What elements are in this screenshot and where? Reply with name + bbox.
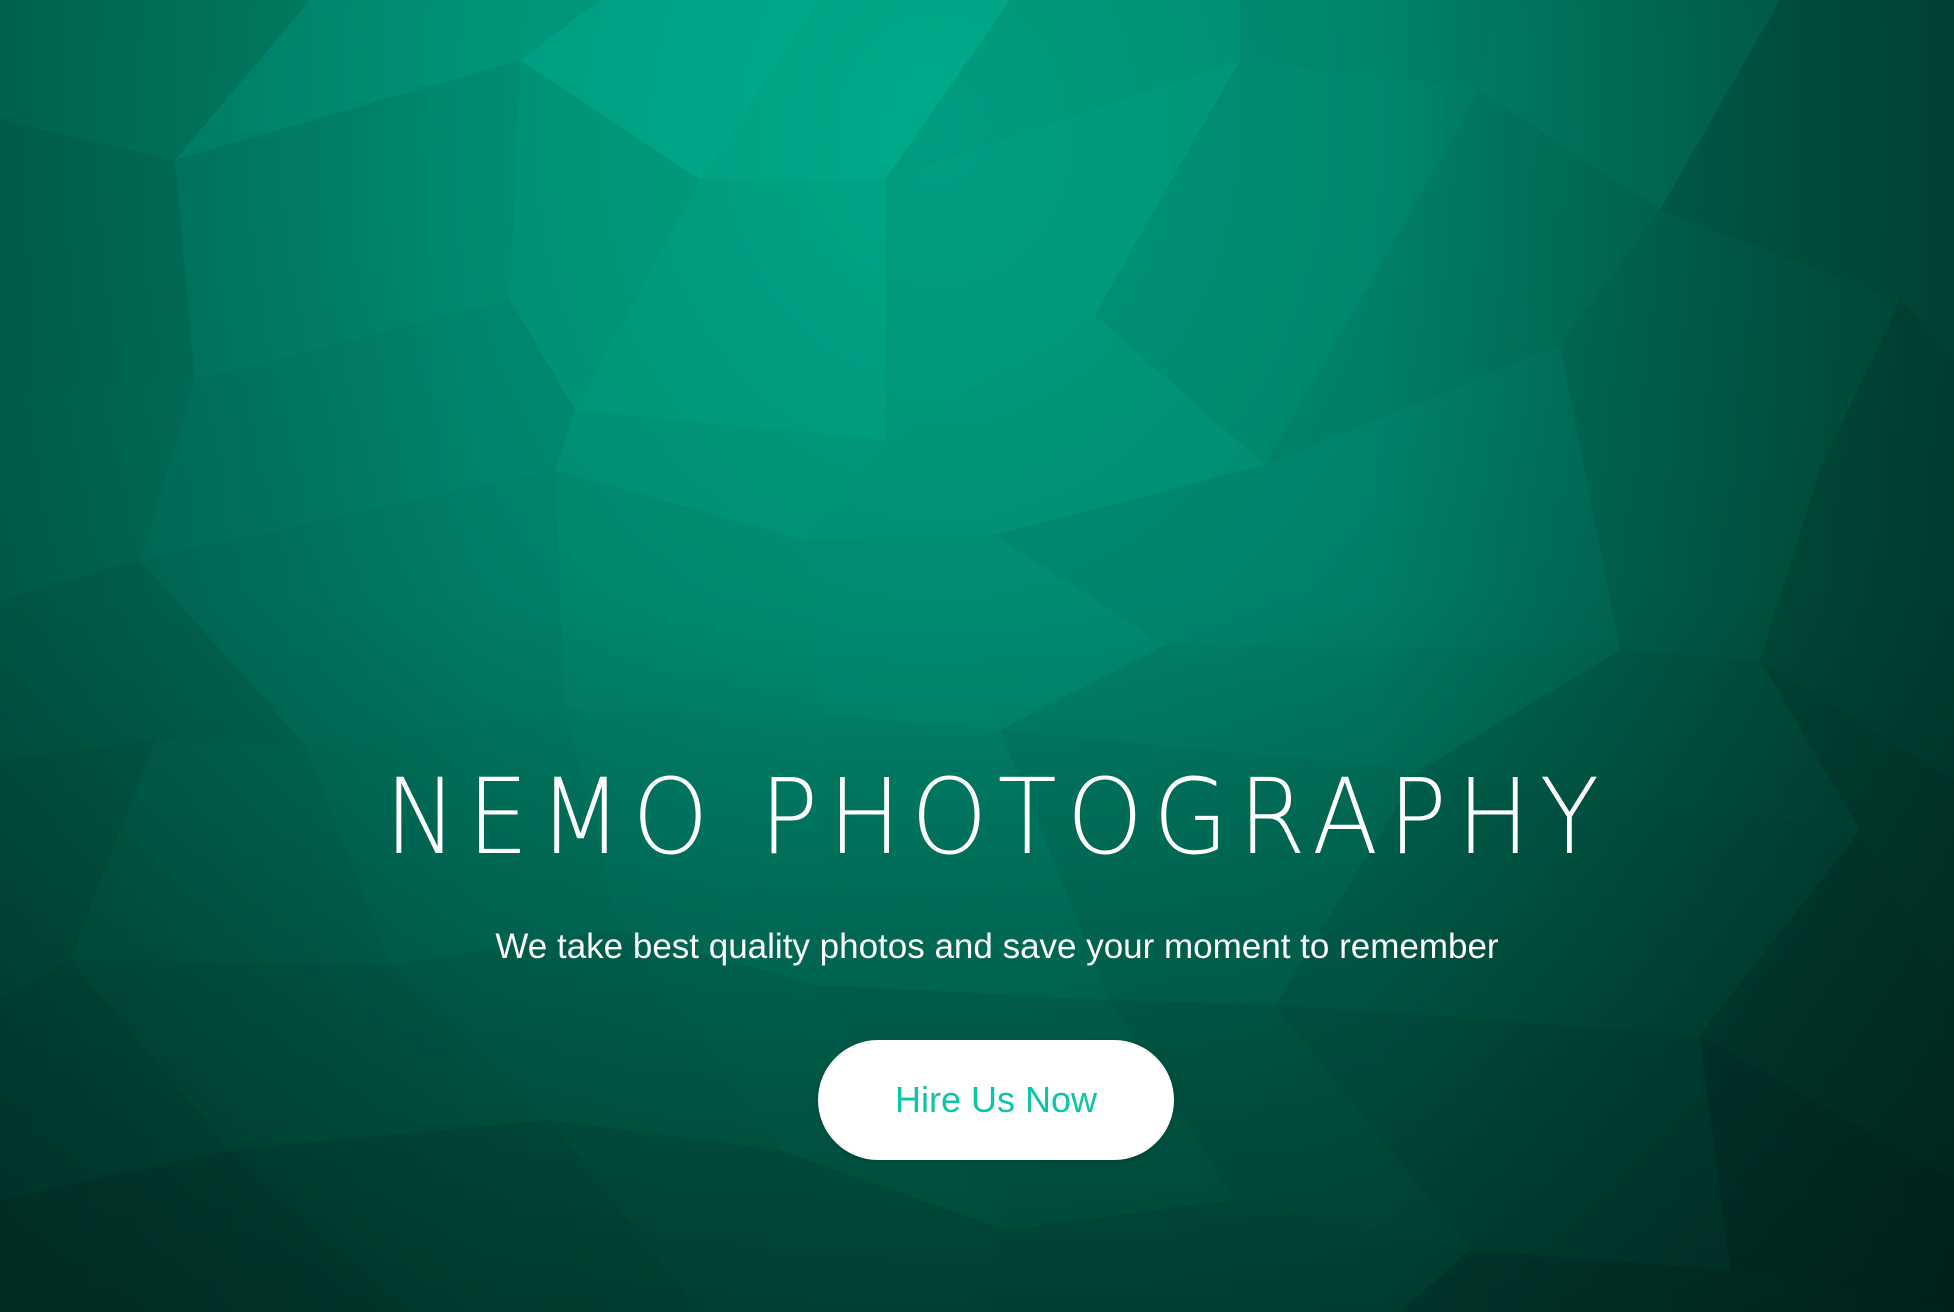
hero-content: NEMO PHOTOGRAPHY We take best quality ph… xyxy=(0,0,1954,1312)
hero-title: NEMO PHOTOGRAPHY xyxy=(384,756,1610,878)
hire-us-now-button[interactable]: Hire Us Now xyxy=(818,1040,1174,1160)
hero-subtitle: We take best quality photos and save you… xyxy=(495,927,1499,966)
hero-section: NEMO PHOTOGRAPHY We take best quality ph… xyxy=(0,0,1954,1312)
